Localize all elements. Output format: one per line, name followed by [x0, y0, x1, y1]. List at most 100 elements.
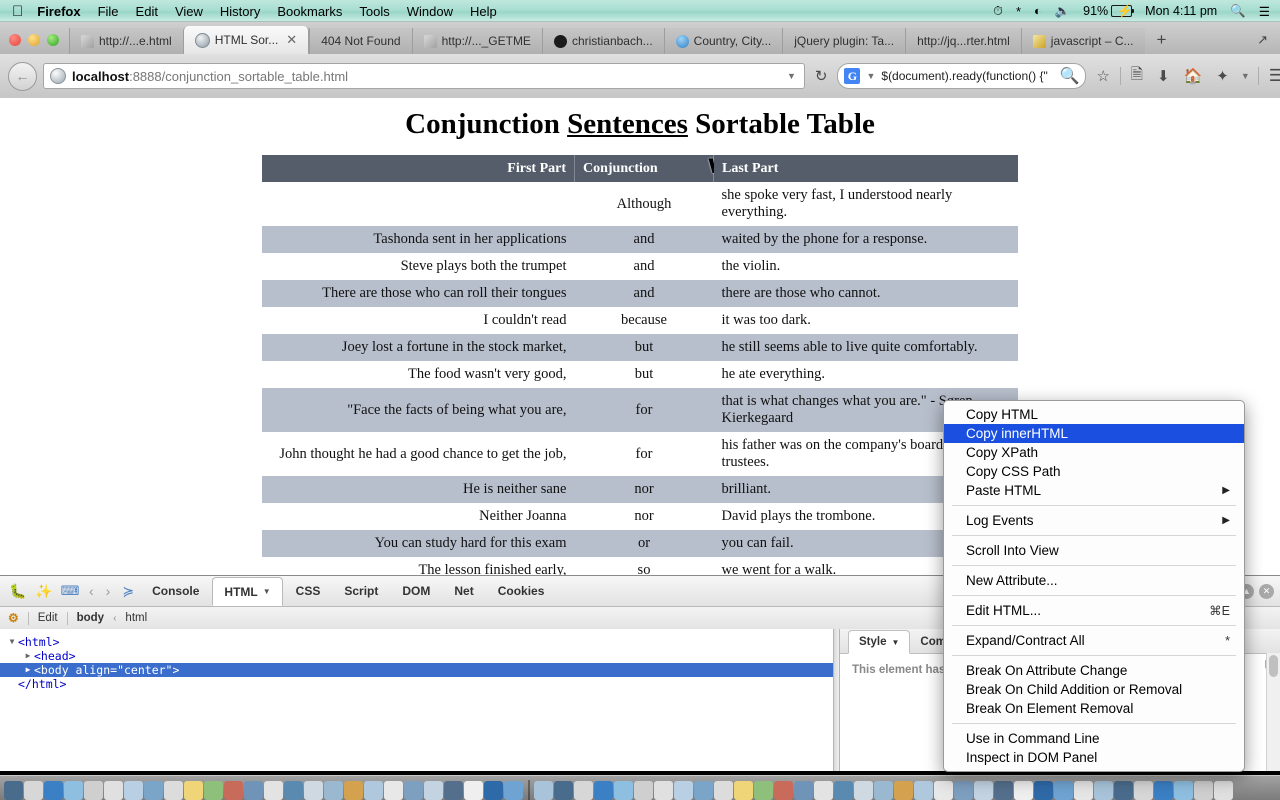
menu-tools[interactable]: Tools	[359, 4, 389, 19]
twisty-icon[interactable]: ▼	[6, 635, 18, 649]
dock-item[interactable]	[1194, 781, 1213, 800]
chevron-down-icon[interactable]: ▼	[785, 71, 798, 81]
inspect-pointer-icon[interactable]: ⌨	[58, 580, 82, 602]
time-machine-icon[interactable]: ⏱	[993, 4, 1003, 19]
menu-item-copy-css-path[interactable]: Copy CSS Path	[944, 462, 1244, 481]
back-button[interactable]: ←	[8, 61, 37, 91]
close-tab-icon[interactable]: ✕	[286, 32, 297, 48]
chevron-down-icon[interactable]: ▼	[864, 71, 877, 81]
hamburger-menu-icon[interactable]: ☰	[1265, 66, 1280, 86]
wifi-icon[interactable]: ◐	[1034, 4, 1042, 18]
side-panel-scrollbar[interactable]	[1266, 653, 1280, 772]
twisty-icon[interactable]: ▶	[22, 663, 34, 677]
dock-item[interactable]	[264, 781, 283, 800]
dock-item[interactable]	[634, 781, 653, 800]
dock-item[interactable]	[24, 781, 43, 800]
dock-item[interactable]	[244, 781, 263, 800]
browser-tab-4[interactable]: http://..._GETME	[411, 28, 542, 54]
dock-item[interactable]	[464, 781, 483, 800]
dock-item[interactable]	[204, 781, 223, 800]
new-tab-button[interactable]: +	[1145, 30, 1179, 54]
menu-item-copy-html[interactable]: Copy HTML	[944, 405, 1244, 424]
dock-item[interactable]	[1134, 781, 1153, 800]
dock-item[interactable]	[614, 781, 633, 800]
menu-bar-clock[interactable]: Mon 4:11 pm	[1145, 4, 1217, 18]
dock-item[interactable]	[694, 781, 713, 800]
volume-icon[interactable]: 🔈	[1055, 4, 1071, 19]
menu-item-break-on-child-addition-or-removal[interactable]: Break On Child Addition or Removal	[944, 680, 1244, 699]
dock-item[interactable]	[734, 781, 753, 800]
chevron-down-icon[interactable]: ▼	[263, 587, 271, 596]
dock-item[interactable]	[484, 781, 503, 800]
menu-view[interactable]: View	[175, 4, 203, 19]
download-icon[interactable]: ⬇	[1153, 67, 1174, 85]
firebug-tab-html[interactable]: HTML ▼	[212, 577, 283, 606]
dock-item[interactable]	[1154, 781, 1173, 800]
dock-item[interactable]	[444, 781, 463, 800]
dock-item[interactable]	[344, 781, 363, 800]
dock-item[interactable]	[404, 781, 423, 800]
dock-item[interactable]	[1034, 781, 1053, 800]
dock-item[interactable]	[874, 781, 893, 800]
dock-item[interactable]	[104, 781, 123, 800]
menu-item-copy-innerhtml[interactable]: Copy innerHTML	[944, 424, 1244, 443]
browser-tab-3[interactable]: 404 Not Found	[309, 28, 412, 54]
breadcrumb-item-html[interactable]: html	[125, 612, 147, 624]
dock-item[interactable]	[1214, 781, 1233, 800]
dock-item[interactable]	[554, 781, 573, 800]
firebug-tab-net[interactable]: Net	[443, 577, 484, 605]
menu-item-scroll-into-view[interactable]: Scroll Into View	[944, 541, 1244, 560]
dock-item[interactable]	[854, 781, 873, 800]
dock-item[interactable]	[184, 781, 203, 800]
browser-tab-9[interactable]: javascript – C...	[1020, 28, 1145, 54]
menu-window[interactable]: Window	[407, 4, 453, 19]
dock-item[interactable]	[144, 781, 163, 800]
dock-item[interactable]	[774, 781, 793, 800]
dock-item[interactable]	[674, 781, 693, 800]
dock-item[interactable]	[994, 781, 1013, 800]
dom-tree-node[interactable]: ▶ <body align="center">	[0, 663, 833, 677]
submenu-arrow-icon[interactable]: ▶	[1222, 485, 1230, 496]
dock-item[interactable]	[934, 781, 953, 800]
dock-item[interactable]	[284, 781, 303, 800]
dock-item[interactable]	[714, 781, 733, 800]
firebug-tab-css[interactable]: CSS	[285, 577, 332, 605]
search-icon[interactable]: 🔍	[1060, 66, 1080, 86]
column-header-conjunction[interactable]: Conjunction ∨	[574, 152, 725, 182]
firebug-vertical-splitter[interactable]	[833, 629, 840, 772]
dock-item[interactable]	[384, 781, 403, 800]
column-header-last-part[interactable]: Last Part	[713, 155, 1018, 182]
google-search-engine-icon[interactable]: G	[844, 68, 861, 84]
dock-item[interactable]	[534, 781, 553, 800]
dock-item[interactable]	[954, 781, 973, 800]
menu-help[interactable]: Help	[470, 4, 497, 19]
dock-item[interactable]	[974, 781, 993, 800]
firebug-tab-script[interactable]: Script	[333, 577, 389, 605]
dock-item[interactable]	[4, 781, 23, 800]
menu-item-break-on-attribute-change[interactable]: Break On Attribute Change	[944, 661, 1244, 680]
bluetooth-icon[interactable]: *	[1016, 4, 1021, 19]
dock-item[interactable]	[64, 781, 83, 800]
dock-item[interactable]	[1014, 781, 1033, 800]
dom-tree-node[interactable]: ▼ <html>	[0, 635, 833, 649]
menu-item-use-in-command-line[interactable]: Use in Command Line	[944, 729, 1244, 748]
menu-item-break-on-element-removal[interactable]: Break On Element Removal	[944, 699, 1244, 718]
browser-tab-5[interactable]: christianbach...	[541, 28, 664, 54]
menu-file[interactable]: File	[98, 4, 119, 19]
firebug-bug-icon[interactable]: 🐛	[6, 580, 30, 602]
home-icon[interactable]: 🏠	[1180, 67, 1207, 85]
dock-item[interactable]	[1074, 781, 1093, 800]
notification-center-icon[interactable]: ☰	[1259, 4, 1270, 19]
dock-item[interactable]	[594, 781, 613, 800]
dock-item[interactable]	[794, 781, 813, 800]
dock-item[interactable]	[1094, 781, 1113, 800]
dock-item[interactable]	[914, 781, 933, 800]
dock-item[interactable]	[504, 781, 523, 800]
search-input-value[interactable]: $(document).ready(function() {"	[881, 69, 1055, 83]
search-bar[interactable]: G ▼ $(document).ready(function() {" 🔍	[837, 63, 1087, 89]
menu-edit[interactable]: Edit	[136, 4, 158, 19]
dock-item[interactable]	[1054, 781, 1073, 800]
reader-icon[interactable]: 🗎	[1127, 64, 1147, 89]
browser-tab-2-active[interactable]: HTML Sor... ✕	[182, 26, 310, 54]
dock-item[interactable]	[654, 781, 673, 800]
